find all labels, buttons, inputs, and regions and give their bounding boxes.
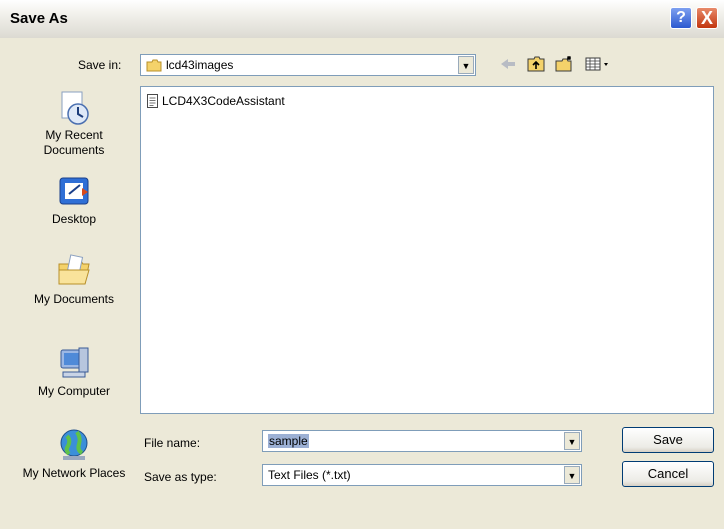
list-item[interactable]: LCD4X3CodeAssistant [147, 94, 285, 108]
desktop-icon [59, 177, 89, 205]
text-file-icon [147, 94, 158, 108]
place-label: Desktop [51, 212, 97, 226]
chevron-down-icon[interactable]: ▼ [564, 466, 580, 484]
save-in-dropdown[interactable]: lcd43images ▼ [140, 54, 476, 76]
my-computer-icon [60, 347, 89, 378]
file-name: LCD4X3CodeAssistant [162, 94, 285, 108]
file-name-label: File name: [144, 436, 201, 450]
place-recent-documents[interactable]: My Recent Documents [22, 90, 126, 158]
file-name-input[interactable]: sample ▼ [262, 430, 582, 452]
file-list[interactable]: LCD4X3CodeAssistant [140, 86, 714, 414]
save-as-type-value: Text Files (*.txt) [268, 468, 351, 482]
place-label: My Network Places [22, 466, 126, 480]
my-documents-icon [58, 254, 90, 285]
place-my-computer[interactable]: My Computer [22, 344, 126, 399]
folder-icon [146, 59, 162, 72]
save-as-dialog: Save As ? X Save in: lcd43images ▼ My Re… [0, 0, 724, 529]
help-button[interactable]: ? [670, 7, 692, 29]
save-button[interactable]: Save [622, 427, 714, 453]
title-bar: Save As ? X [0, 0, 724, 38]
save-as-type-dropdown[interactable]: Text Files (*.txt) ▼ [262, 464, 582, 486]
close-button[interactable]: X [696, 7, 718, 29]
back-arrow-icon[interactable] [498, 55, 518, 73]
dialog-title: Save As [10, 10, 68, 27]
places-bar: My Recent Documents Desktop My Documents [22, 86, 126, 524]
chevron-down-icon[interactable]: ▼ [458, 56, 474, 74]
place-label: My Recent Documents [43, 128, 105, 157]
chevron-down-icon[interactable]: ▼ [564, 432, 580, 450]
up-folder-icon[interactable] [526, 55, 546, 73]
save-as-type-label: Save as type: [144, 470, 217, 484]
file-name-value: sample [268, 434, 309, 448]
network-places-icon [60, 429, 88, 460]
place-network[interactable]: My Network Places [22, 426, 126, 481]
place-desktop[interactable]: Desktop [22, 174, 126, 227]
place-label: My Documents [33, 292, 115, 306]
place-label: My Computer [37, 384, 111, 398]
recent-documents-icon [61, 91, 89, 125]
save-in-label: Save in: [78, 58, 122, 72]
cancel-button[interactable]: Cancel [622, 461, 714, 487]
new-folder-icon[interactable] [554, 55, 574, 73]
place-my-documents[interactable]: My Documents [22, 252, 126, 307]
view-menu-icon[interactable] [584, 55, 618, 73]
save-in-value: lcd43images [166, 58, 234, 72]
